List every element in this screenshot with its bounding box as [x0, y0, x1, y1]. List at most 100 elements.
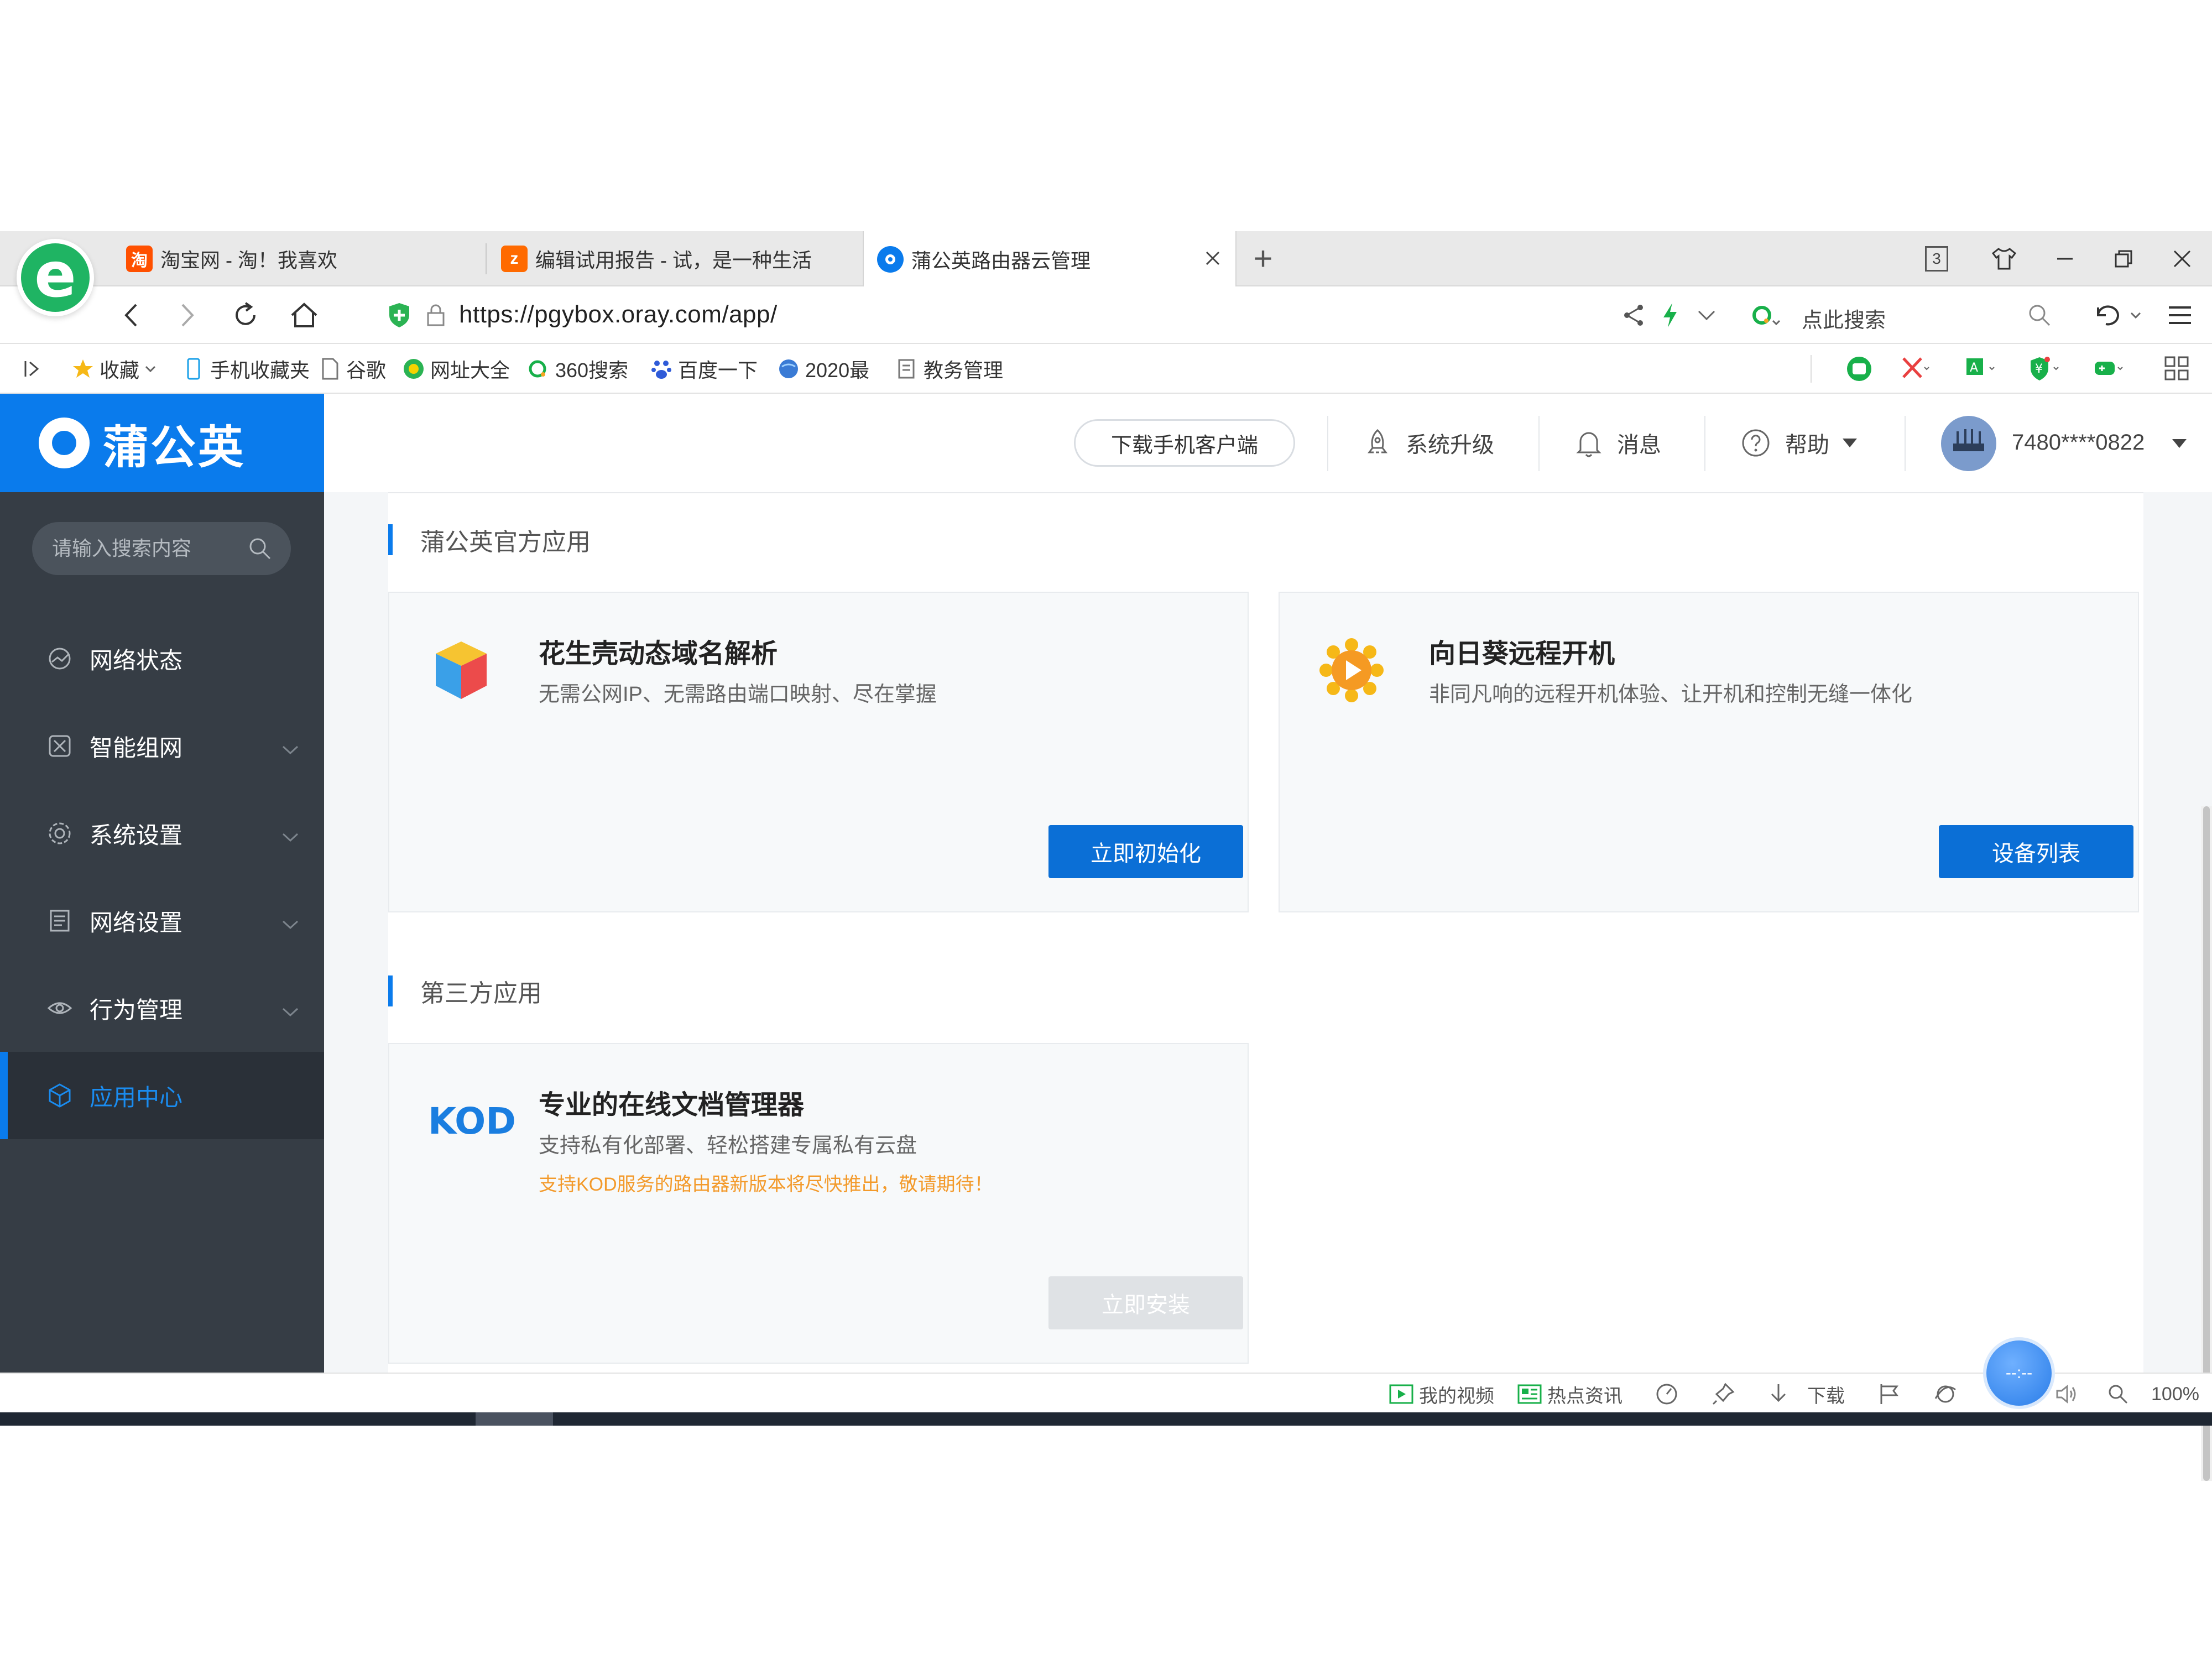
hot-news-button[interactable]: 热点资讯 — [1517, 1380, 1623, 1408]
browser-logo-icon[interactable]: e — [17, 239, 94, 316]
search-icon[interactable] — [2022, 298, 2057, 333]
initialize-now-button[interactable]: 立即初始化 — [1048, 825, 1243, 878]
game-controller-icon[interactable] — [2093, 355, 2124, 383]
bookmark-360-search[interactable]: 360搜索 — [528, 355, 628, 383]
globe-icon — [779, 359, 798, 378]
my-video-button[interactable]: 我的视频 — [1389, 1380, 1494, 1408]
tab-count: 3 — [1925, 246, 1948, 272]
sidebar-item-smart-networking[interactable]: 智能组网 — [0, 702, 324, 790]
app-card-oray-ddns: 花生壳动态域名解析 无需公网IP、无需路由端口映射、尽在掌握 立即初始化 — [388, 592, 1249, 912]
sidebar-search-input[interactable] — [52, 522, 240, 575]
sidebar-item-label: 智能组网 — [90, 734, 183, 761]
user-account[interactable]: 7480****0822 — [2012, 430, 2145, 455]
bell-icon — [1575, 428, 1603, 458]
sidebar-item-network-status[interactable]: 网络状态 — [0, 615, 324, 702]
share-icon[interactable] — [1616, 298, 1651, 333]
volume-icon[interactable] — [2055, 1380, 2079, 1408]
sidebar-item-app-center[interactable]: 应用中心 — [0, 1052, 324, 1139]
card-title: 向日葵远程开机 — [1429, 639, 1615, 669]
download-button[interactable]: 下载 — [1766, 1380, 1845, 1408]
browser-search-input[interactable]: 点此搜索 — [1802, 303, 1886, 333]
pin-icon[interactable] — [1711, 1380, 1735, 1408]
browser-window: e 淘 淘宝网 - 淘！我喜欢 z 编辑试用报告 - 试，是一种生活 蒲公英路由… — [0, 231, 2212, 1481]
sidebar-item-behavior-management[interactable]: 行为管理 — [0, 964, 324, 1052]
forward-button[interactable] — [169, 298, 205, 333]
my-video-label: 我的视频 — [1419, 1385, 1494, 1407]
peanut-shell-cube-icon — [428, 637, 494, 703]
back-button[interactable] — [114, 298, 149, 333]
network-status-icon — [46, 645, 73, 672]
device-list-button[interactable]: 设备列表 — [1939, 825, 2133, 878]
bookmark-baidu[interactable]: 百度一下 — [650, 355, 758, 383]
help-menu[interactable]: 帮助 — [1741, 419, 1858, 467]
undo-dropdown-icon[interactable] — [2118, 298, 2153, 333]
card-description: 非同凡响的远程开机体验、让开机和控制无缝一体化 — [1429, 683, 1913, 706]
security-shield-icon[interactable] — [382, 298, 417, 333]
bookmark-google[interactable]: 谷歌 — [319, 355, 386, 383]
bookmark-mobile-favorites[interactable]: 手机收藏夹 — [182, 355, 310, 383]
system-upgrade-button[interactable]: 系统升级 — [1364, 419, 1494, 467]
download-mobile-client-button[interactable]: 下载手机客户端 — [1074, 419, 1295, 467]
bookmark-web-directory[interactable]: 网址大全 — [403, 355, 510, 383]
wechat-icon[interactable] — [1844, 355, 1875, 383]
messages-button[interactable]: 消息 — [1575, 419, 1661, 467]
tab-bar: e 淘 淘宝网 - 淘！我喜欢 z 编辑试用报告 - 试，是一种生活 蒲公英路由… — [0, 231, 2212, 316]
new-tab-button[interactable]: + — [1246, 242, 1280, 275]
tab-trial-report[interactable]: z 编辑试用报告 - 试，是一种生活 — [501, 231, 822, 286]
sidebar-item-label: 系统设置 — [90, 822, 183, 848]
tab-count-button[interactable]: 3 — [1920, 242, 1953, 275]
system-upgrade-label: 系统升级 — [1406, 433, 1494, 457]
taskbar-strip — [0, 1412, 2212, 1426]
brand-name: 蒲公英 — [103, 422, 246, 473]
zoom-level[interactable]: 100% — [2151, 1380, 2199, 1408]
zoom-icon[interactable] — [2107, 1380, 2129, 1408]
install-now-button[interactable]: 立即安装 — [1048, 1276, 1243, 1329]
tab-pgy-router[interactable]: 蒲公英路由器云管理 — [863, 231, 1237, 288]
app-card-sunlogin-wake: 向日葵远程开机 非同凡响的远程开机体验、让开机和控制无缝一体化 设备列表 — [1279, 592, 2139, 912]
search-icon[interactable] — [248, 536, 272, 561]
router-avatar[interactable] — [1941, 416, 1996, 471]
taobao-favicon-icon: 淘 — [126, 246, 153, 272]
brand-logo[interactable]: 蒲公英 — [0, 394, 324, 492]
bookmark-2020[interactable]: 2020最 — [778, 355, 869, 383]
restore-button[interactable] — [2107, 242, 2140, 275]
refresh-button[interactable] — [228, 298, 263, 333]
speedup-icon[interactable] — [1655, 1380, 1679, 1408]
minimize-button[interactable] — [2048, 242, 2081, 275]
help-label: 帮助 — [1785, 433, 1829, 457]
home-button[interactable] — [286, 298, 322, 333]
flag-feedback-icon[interactable] — [1877, 1380, 1901, 1408]
tab-divider — [486, 243, 487, 274]
header-divider — [1538, 416, 1540, 471]
close-window-button[interactable] — [2166, 242, 2199, 275]
search-engine-360-icon[interactable] — [1749, 298, 1784, 333]
messages-label: 消息 — [1617, 433, 1661, 457]
sidebar-item-network-settings[interactable]: 网络设置 — [0, 877, 324, 964]
address-bar[interactable]: https://pgybox.oray.com/app/ — [459, 301, 778, 328]
skin-shirt-icon[interactable] — [1987, 242, 2021, 275]
shopping-coupon-icon[interactable]: ¥ — [2028, 355, 2059, 383]
translate-icon[interactable]: A — [1964, 355, 1995, 383]
apps-grid-icon[interactable] — [2163, 355, 2191, 383]
download-label: 下载 — [1807, 1385, 1845, 1407]
sidebar-toggle-icon[interactable] — [22, 355, 42, 383]
close-tab-icon[interactable] — [1203, 249, 1222, 268]
floating-assistant-ball[interactable]: --:-- — [1983, 1337, 2055, 1409]
screenshot-scissors-icon[interactable] — [1899, 355, 1930, 383]
gear-icon — [46, 820, 73, 847]
sidebar-item-system-settings[interactable]: 系统设置 — [0, 790, 324, 877]
lock-icon — [418, 298, 453, 333]
tab-taobao[interactable]: 淘 淘宝网 - 淘！我喜欢 — [126, 231, 480, 286]
caret-down-icon[interactable] — [2171, 438, 2188, 449]
sidebar-item-label: 网络状态 — [90, 647, 183, 674]
bookmark-favorites[interactable]: 收藏 — [72, 355, 157, 383]
chevron-down-icon[interactable] — [1689, 298, 1724, 333]
lightning-mode-icon[interactable] — [1652, 298, 1688, 333]
ie-compat-icon[interactable] — [1933, 1380, 1958, 1408]
sidebar-search — [32, 522, 291, 575]
bookmark-academic-admin[interactable]: 教务管理 — [896, 355, 1003, 383]
search-360-icon — [529, 360, 546, 378]
menu-hamburger-icon[interactable] — [2162, 298, 2198, 333]
tab-title: 淘宝网 - 淘！我喜欢 — [160, 249, 337, 272]
app-card-kod-explorer: KOD 专业的在线文档管理器 支持私有化部署、轻松搭建专属私有云盘 支持KOD服… — [388, 1043, 1249, 1364]
